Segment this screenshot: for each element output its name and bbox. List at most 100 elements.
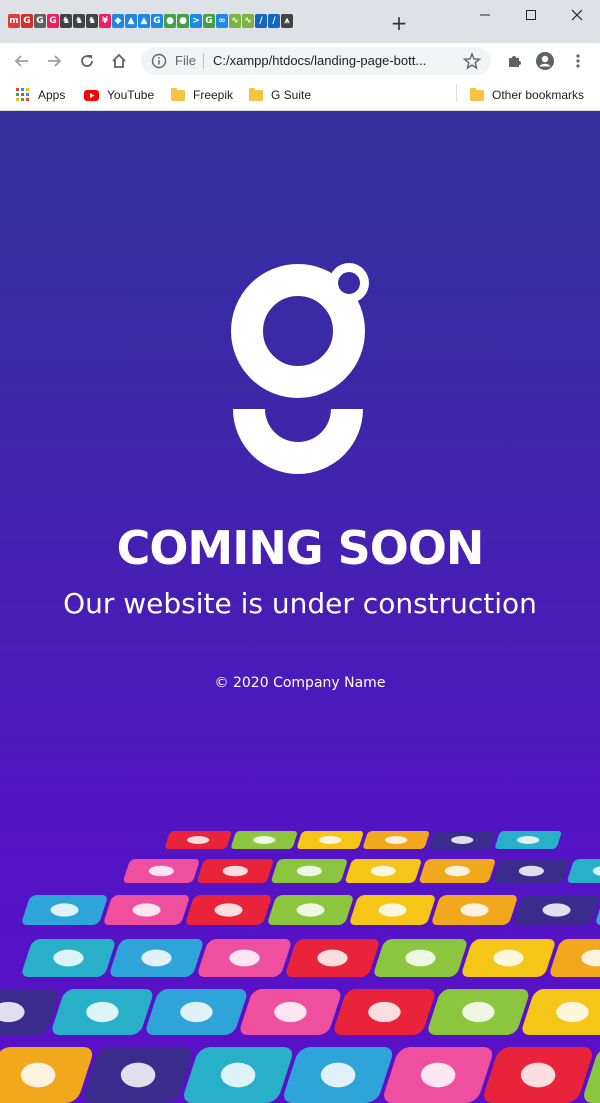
app-tile [522,989,600,1035]
tab-favicon[interactable]: ● [177,14,189,28]
tab-favicon[interactable]: ▲ [125,14,137,28]
app-tile [484,1047,593,1103]
app-tile [384,1047,493,1103]
app-tile [345,859,421,883]
app-tile [123,859,199,883]
tab-favicon[interactable]: ¥ [99,14,111,28]
tab-favicon[interactable]: ⩚ [281,14,293,28]
app-tile [197,859,273,883]
tab-favicon[interactable]: ● [164,14,176,28]
tab-favicon[interactable]: ♞ [60,14,72,28]
close-icon [571,9,583,21]
account-icon [536,52,554,70]
new-tab-button[interactable]: + [388,12,410,34]
maximize-icon [526,10,536,20]
app-tile [184,1047,293,1103]
bookmark-apps[interactable]: Apps [16,86,65,104]
app-tile [146,989,247,1035]
folder-icon [249,87,263,101]
bookmark-freepik[interactable]: Freepik [171,86,233,104]
profile-button[interactable] [533,49,557,73]
bookmarks-bar: Apps YouTube Freepik G Suite Other bookm… [0,79,600,111]
maximize-button[interactable] [508,0,554,30]
app-tile [428,989,529,1035]
other-bookmarks[interactable]: Other bookmarks [470,86,584,104]
bookmark-star-icon[interactable] [463,52,481,70]
app-tile [429,831,496,849]
app-tile [0,989,59,1035]
extensions-button[interactable] [502,49,526,73]
apps-grid-icon [16,88,29,101]
app-tile [231,831,298,849]
app-tile [268,895,353,925]
omnibox-divider [203,53,204,69]
app-tile [462,939,555,977]
app-tile [84,1047,193,1103]
bookmark-label: Other bookmarks [492,88,585,102]
app-tile [432,895,517,925]
tab-favicon[interactable]: G [34,14,46,28]
app-tile [495,831,562,849]
tab-favicon[interactable]: ♞ [73,14,85,28]
url-text[interactable]: C:/xampp/htdocs/landing-page-bott... [213,53,453,68]
forward-arrow-icon [48,55,62,67]
app-tile [52,989,153,1035]
landing-page: COMING SOON Our website is under constru… [0,111,600,1103]
tab-favicon[interactable]: > [190,14,202,28]
home-button[interactable] [107,49,131,73]
pinned-tabs[interactable]: m G G G ♞ ♞ ♞ ¥ ◆ ▲ ▲ G ● ● > G ∞ ∿ ∿ ∕ ∕ ⩚ [8,14,293,36]
app-tile [350,895,435,925]
bookmark-gsuite[interactable]: G Suite [249,86,311,104]
bookmark-label: G Suite [271,88,312,102]
scheme-label: File [175,53,196,68]
bookmark-label: Freepik [193,88,234,102]
back-button[interactable] [10,49,34,73]
app-icons-illustration [0,831,600,1103]
app-tile [297,831,364,849]
logo-g-icon [231,263,369,474]
forward-button[interactable] [42,49,66,73]
folder-icon [171,87,185,101]
minimize-icon [480,14,490,16]
app-tile [284,1047,393,1103]
tab-favicon[interactable]: G [203,14,215,28]
reload-icon [81,55,93,67]
home-icon [112,53,126,68]
info-icon[interactable] [151,53,167,69]
more-vert-icon [576,54,580,68]
app-tile [186,895,271,925]
folder-icon [470,87,484,101]
app-tile [271,859,347,883]
minimize-button[interactable] [462,0,508,30]
tab-favicon[interactable]: ∕ [268,14,280,28]
tab-favicon[interactable]: G [21,14,33,28]
puzzle-icon [509,56,521,67]
tab-favicon[interactable]: ∿ [242,14,254,28]
tab-favicon[interactable]: ∕ [255,14,267,28]
bookmark-label: YouTube [107,88,155,102]
tab-favicon[interactable]: m [8,14,20,28]
bookmark-youtube[interactable]: YouTube [84,86,154,104]
tab-favicon[interactable]: G [47,14,59,28]
tab-favicon[interactable]: ∞ [216,14,228,28]
tab-bar: m G G G ♞ ♞ ♞ ¥ ◆ ▲ ▲ G ● ● > G ∞ ∿ ∿ ∕ ∕ ⩚ + [0,0,600,43]
menu-button[interactable] [566,49,590,73]
app-tile [334,989,435,1035]
close-window-button[interactable] [554,0,600,30]
tab-favicon[interactable]: G [151,14,163,28]
app-tile [240,989,341,1035]
app-tile [198,939,291,977]
app-tile [22,895,107,925]
tab-favicon[interactable]: ∿ [229,14,241,28]
reload-button[interactable] [75,49,99,73]
page-headline: COMING SOON [116,521,485,575]
tab-favicon[interactable]: ▲ [138,14,150,28]
app-tile [567,859,600,883]
app-tile [550,939,600,977]
app-tile [374,939,467,977]
bookmarks-divider [456,84,457,102]
address-bar[interactable]: File C:/xampp/htdocs/landing-page-bott..… [141,47,491,75]
tab-favicon[interactable]: ◆ [112,14,124,28]
tab-favicon[interactable]: ♞ [86,14,98,28]
youtube-icon [84,89,99,101]
